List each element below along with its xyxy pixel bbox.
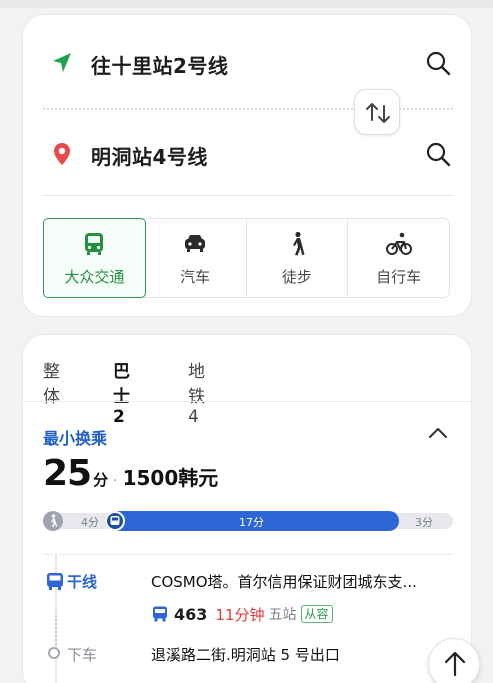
origin-text[interactable]: 往十里站2号线 [91, 50, 228, 79]
walk-end-duration: 3分 [415, 516, 433, 529]
chevron-up-icon[interactable] [427, 425, 449, 441]
detail-divider [43, 554, 453, 555]
bus-info-row[interactable]: 463 11分钟 五站 从容 [151, 603, 333, 625]
destination-row[interactable]: 明洞站4号线 [23, 134, 473, 174]
alight-stop[interactable]: 退溪路二街.明洞站 5 号出口 [151, 644, 340, 665]
tab-bus[interactable]: 巴士2 [113, 357, 130, 427]
bus-stops-away: 五站 [268, 607, 297, 623]
trip-progress-bar: 4分 3分 17分 [43, 511, 453, 531]
bus-icon [85, 233, 104, 255]
boarding-stop[interactable]: COSMO塔。首尔信用保证财团城东支... [151, 571, 451, 592]
mode-walk[interactable]: 徒步 [247, 219, 349, 297]
bike-icon [385, 232, 412, 255]
result-title: 最小换乘 [43, 429, 108, 448]
tab-all[interactable]: 整体 [43, 357, 60, 407]
arrow-up-icon [444, 651, 466, 677]
bus-line-type: 干线 [67, 573, 98, 591]
mode-transit[interactable]: 大众交通 [43, 218, 146, 298]
mode-car-label: 汽车 [180, 268, 211, 286]
location-pin-icon [54, 143, 70, 165]
car-icon [185, 235, 206, 252]
mode-car[interactable]: 汽车 [145, 219, 247, 297]
route-result-card: 整体 巴士2 地铁4 最小换乘 25分·1500韩元 4分 3分 17分 [22, 334, 472, 683]
walk-small-icon [51, 514, 58, 528]
bus-arrival-time: 11分钟 [215, 605, 265, 624]
destination-search-icon[interactable] [423, 139, 453, 169]
origin-search-icon[interactable] [423, 48, 453, 78]
trip-minutes: 25 [43, 453, 92, 494]
bus-small-icon [110, 516, 120, 525]
swap-arrows-icon [366, 103, 390, 123]
trip-summary: 25 分 · 1500韩元 [43, 453, 218, 497]
status-strip [0, 0, 493, 8]
mode-bike[interactable]: 自行车 [348, 219, 449, 297]
timeline-dotted [55, 615, 57, 645]
bus-number: 463 [174, 604, 208, 624]
destination-text[interactable]: 明洞站4号线 [91, 141, 208, 170]
walk-segment-icon [43, 511, 63, 531]
walk-start-duration: 4分 [81, 516, 99, 529]
tab-subway[interactable]: 地铁4 [188, 357, 205, 427]
route-search-card: 往十里站2号线 明洞站4号线 大众交通 汽车 徒步 自行车 [22, 14, 472, 317]
scroll-top-button[interactable] [428, 638, 480, 683]
alight-label: 下车 [67, 646, 98, 664]
origin-row[interactable]: 往十里站2号线 [23, 43, 473, 83]
tabs-divider [23, 401, 471, 402]
transport-mode-selector: 大众交通 汽车 徒步 自行车 [43, 218, 450, 298]
navigation-arrow-icon [53, 53, 71, 72]
bus-duration: 17分 [239, 516, 264, 529]
alight-marker [48, 647, 60, 659]
crowd-status-badge: 从容 [300, 605, 333, 623]
mode-transit-label: 大众交通 [64, 268, 125, 286]
trip-fare: 1500韩元 [122, 466, 219, 490]
summary-dot: · [113, 473, 118, 489]
trip-minutes-unit: 分 [93, 471, 109, 489]
swap-route-button[interactable] [354, 89, 400, 135]
walk-icon [292, 231, 305, 256]
bus-icon [153, 606, 167, 622]
card-divider [43, 195, 453, 196]
bus-segment-icon [105, 511, 125, 531]
mode-bike-label: 自行车 [376, 268, 422, 286]
mode-walk-label: 徒步 [281, 268, 312, 286]
bus-line-icon [47, 573, 63, 590]
